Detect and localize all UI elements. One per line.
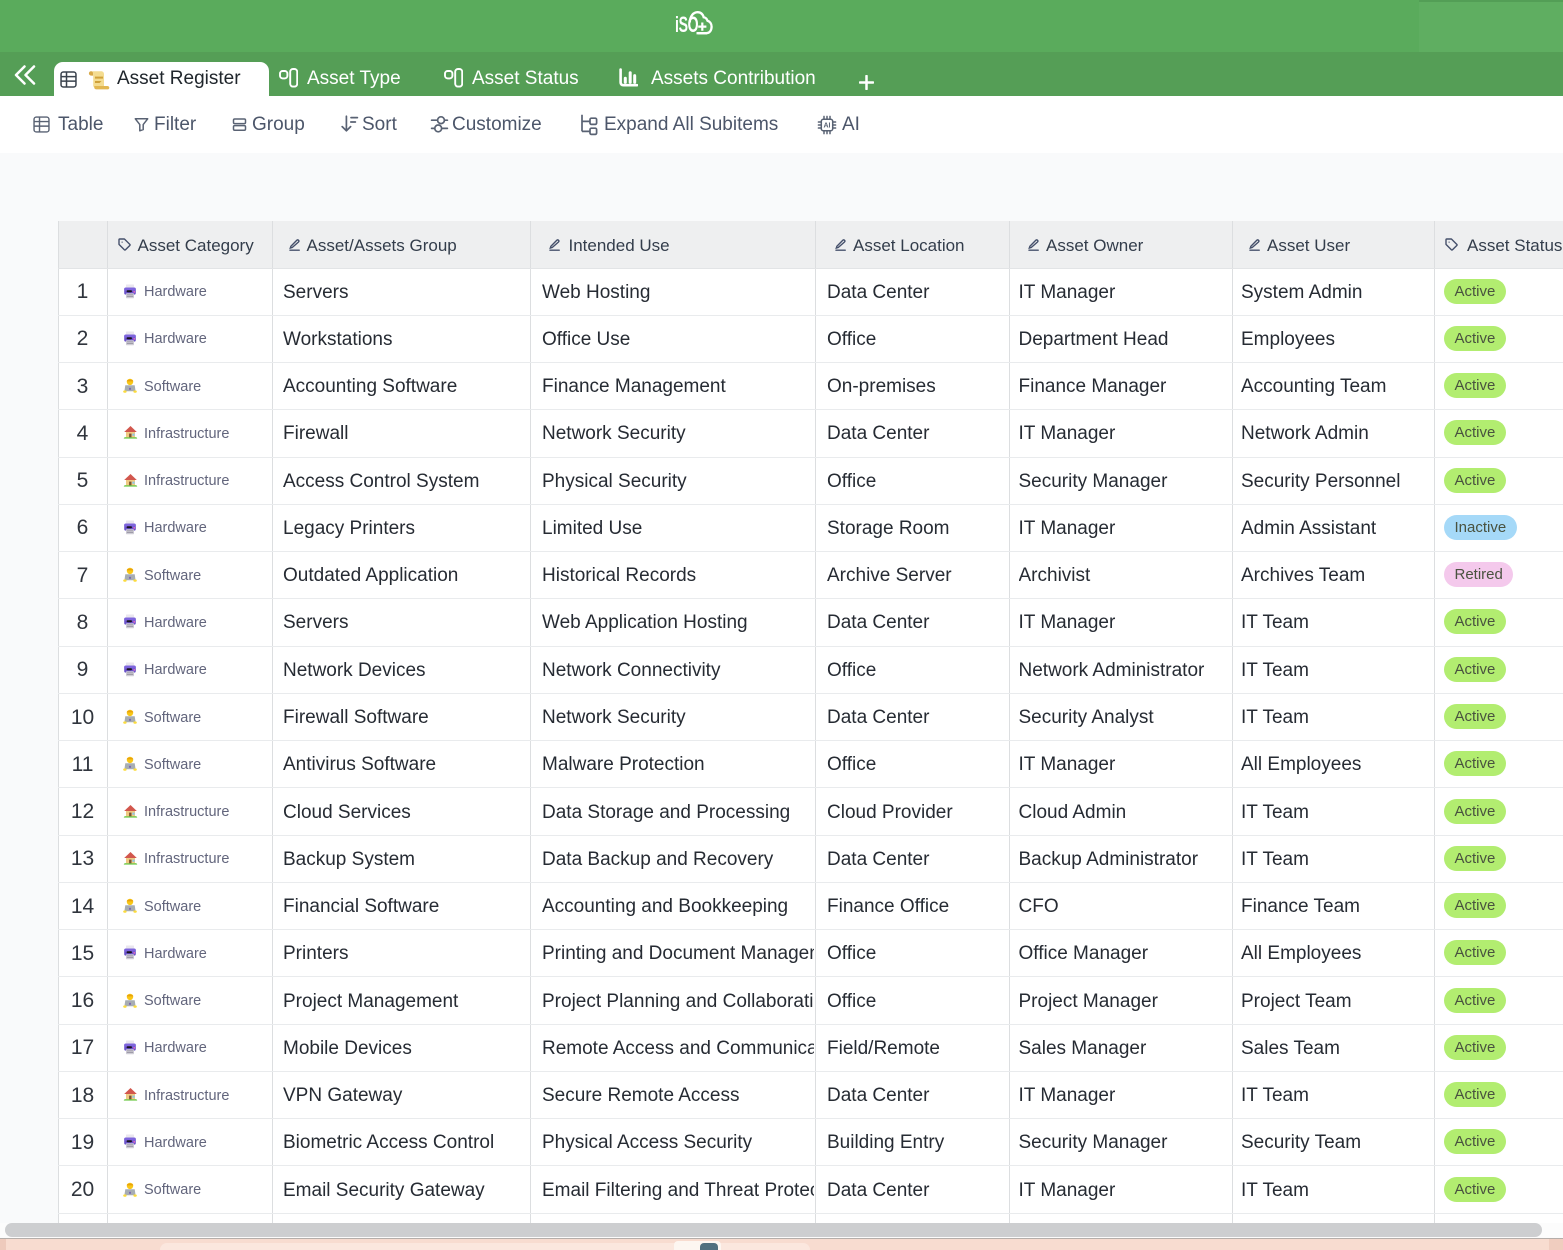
svg-text:AI: AI (824, 122, 831, 129)
